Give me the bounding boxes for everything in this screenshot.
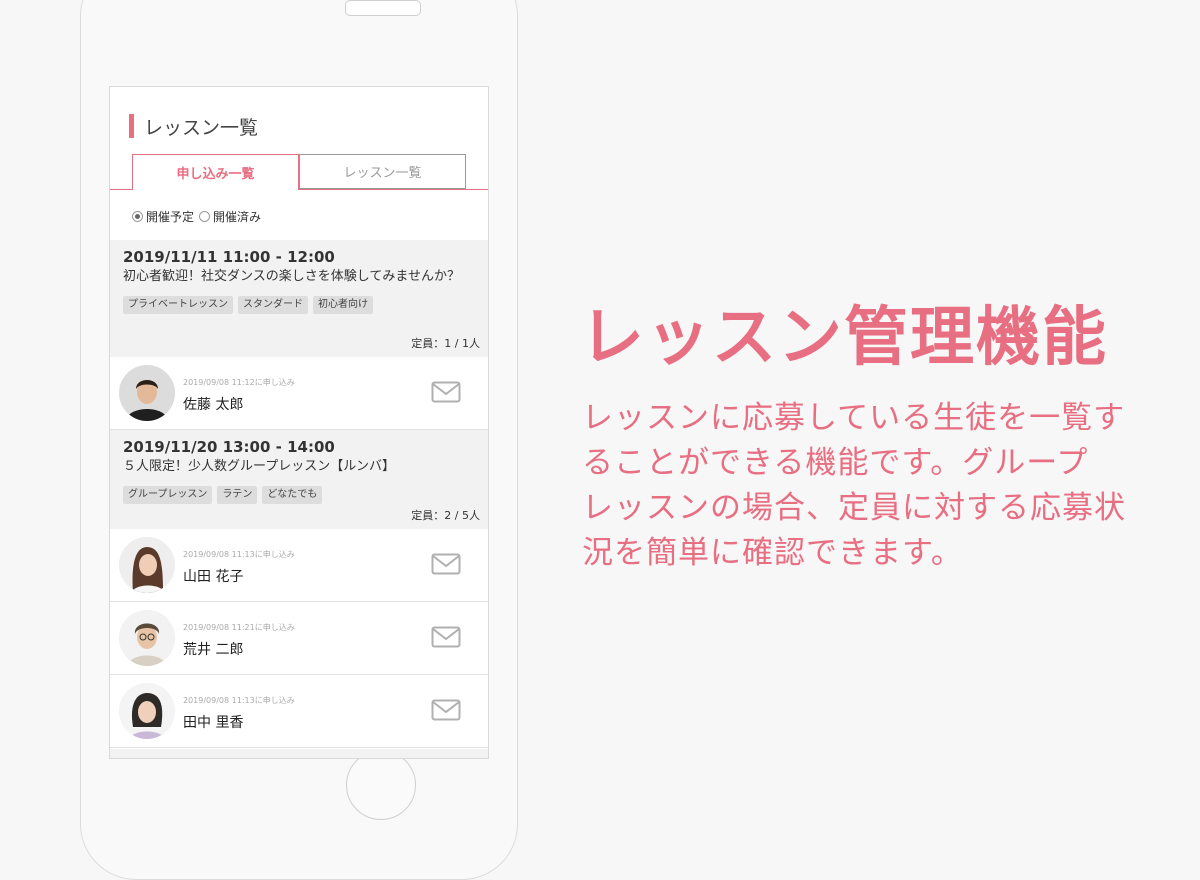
feature-description: レッスンに応募している生徒を一覧す ることができる機能です。グループ レッスンの… — [582, 396, 1142, 576]
avatar — [119, 683, 175, 739]
applicant-row[interactable]: 2019/09/08 11:13に申し込み 田中 里香 — [110, 675, 488, 748]
tag: 初心者向け — [313, 296, 373, 314]
tab-applications[interactable]: 申し込み一覧 — [132, 154, 299, 190]
lesson-description: ５人限定！少人数グループレッスン【ルンバ】 — [123, 459, 395, 474]
app-screen: レッスン一覧 申し込み一覧 レッスン一覧 開催予定 開催済み 2019/11/1… — [109, 86, 489, 759]
description-line: レッスンに応募している生徒を一覧す — [582, 400, 1126, 436]
applicant-name: 荒井 二郎 — [183, 642, 244, 658]
status-filter: 開催予定 開催済み — [132, 208, 266, 225]
lesson-capacity: 定員：1 / 1人 — [411, 337, 480, 350]
radio-upcoming-label[interactable]: 開催予定 — [146, 208, 194, 225]
lesson-tags: グループレッスン ラテン どなたでも — [123, 486, 477, 504]
lesson-card[interactable]: 2019/11/20 13:00 - 14:00 ５人限定！少人数グループレッス… — [110, 430, 488, 529]
lesson-capacity: 定員：2 / 5人 — [411, 509, 480, 522]
avatar — [119, 537, 175, 593]
list-end-strip — [110, 749, 488, 758]
tab-lessons[interactable]: レッスン一覧 — [299, 154, 466, 189]
envelope-icon[interactable] — [431, 381, 461, 403]
feature-headline: レッスン管理機能 — [580, 301, 1108, 375]
applicant-row[interactable]: 2019/09/08 11:12に申し込み 佐藤 太郎 — [110, 357, 488, 430]
description-line: 況を簡単に確認できます。 — [582, 535, 963, 571]
description-line: ることができる機能です。グループ — [582, 445, 1089, 481]
description-line: レッスンの場合、定員に対する応募状 — [582, 490, 1126, 526]
speaker-slot — [345, 0, 421, 16]
applied-at: 2019/09/08 11:13に申し込み — [183, 550, 295, 559]
envelope-icon[interactable] — [431, 553, 461, 575]
applied-at: 2019/09/08 11:13に申し込み — [183, 696, 295, 705]
tag: どなたでも — [262, 486, 323, 504]
avatar — [119, 610, 175, 666]
lesson-card[interactable]: 2019/11/11 11:00 - 12:00 初心者歓迎！社交ダンスの楽しさ… — [110, 240, 488, 357]
avatar — [119, 365, 175, 421]
tag: プライベートレッスン — [123, 296, 233, 314]
applied-at: 2019/09/08 11:21に申し込み — [183, 623, 295, 632]
radio-past-label[interactable]: 開催済み — [213, 208, 261, 225]
radio-upcoming[interactable] — [132, 211, 143, 222]
tag: スタンダード — [238, 296, 308, 314]
envelope-icon[interactable] — [431, 699, 461, 721]
tag: ラテン — [217, 486, 258, 504]
applied-at: 2019/09/08 11:12に申し込み — [183, 378, 295, 387]
home-button[interactable] — [346, 750, 416, 820]
lesson-description: 初心者歓迎！社交ダンスの楽しさを体験してみませんか？ — [123, 269, 460, 284]
applicant-row[interactable]: 2019/09/08 11:21に申し込み 荒井 二郎 — [110, 602, 488, 675]
page-title: レッスン一覧 — [129, 114, 259, 139]
applicant-row[interactable]: 2019/09/08 11:13に申し込み 山田 花子 — [110, 529, 488, 602]
applicant-name: 山田 花子 — [183, 569, 244, 585]
lesson-datetime: 2019/11/20 13:00 - 14:00 — [123, 438, 335, 456]
page-title-text: レッスン一覧 — [144, 116, 259, 139]
radio-past[interactable] — [199, 211, 211, 222]
lesson-datetime: 2019/11/11 11:00 - 12:00 — [123, 248, 335, 266]
tag: グループレッスン — [123, 486, 213, 504]
envelope-icon[interactable] — [431, 626, 461, 648]
title-accent-bar — [129, 114, 134, 138]
lesson-tags: プライベートレッスン スタンダード 初心者向け — [123, 296, 477, 314]
applicant-name: 田中 里香 — [183, 715, 244, 731]
applicant-name: 佐藤 太郎 — [183, 397, 244, 413]
